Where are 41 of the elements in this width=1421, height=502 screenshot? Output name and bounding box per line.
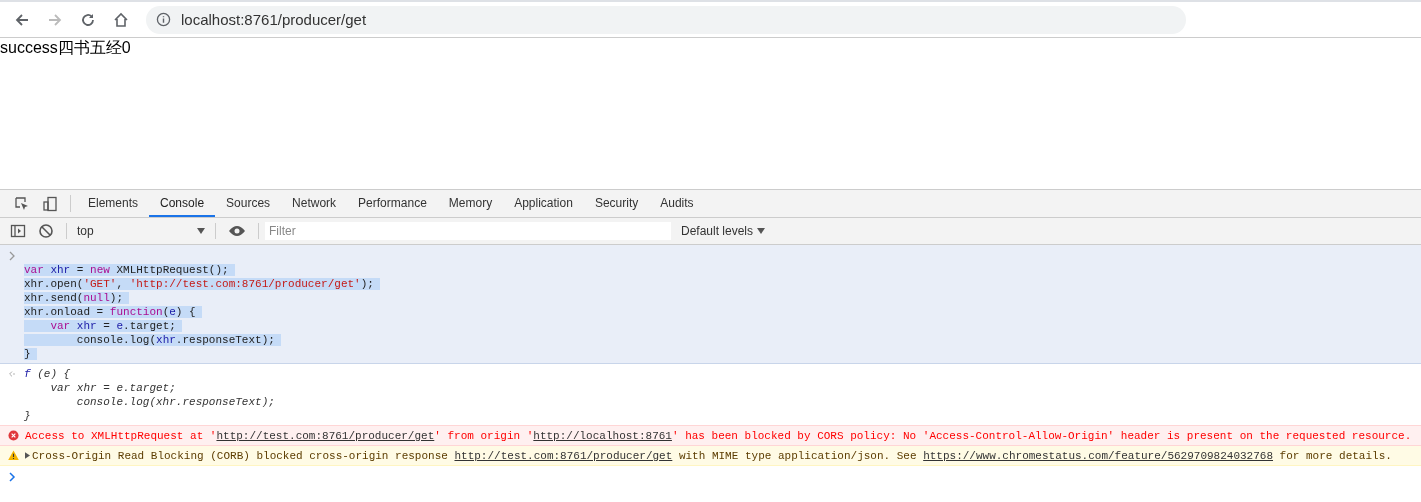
expand-triangle-icon[interactable] [25,452,30,459]
eye-icon[interactable] [228,223,246,239]
result-line: var xhr = e.target; [49,382,176,394]
devtools-tab[interactable]: Network [281,190,348,217]
url-text: localhost:8761/producer/get [181,11,367,28]
devtools-tab[interactable]: Application [503,190,584,217]
devtools-tab[interactable]: Performance [347,190,438,217]
result-line: console.log(xhr.responseText); [75,396,275,408]
devtools-tab[interactable]: Audits [649,190,705,217]
result-line: f (e) { [24,368,71,380]
home-icon[interactable] [113,11,129,28]
levels-dropdown[interactable]: Default levels [677,218,770,244]
result-arrow-icon [8,369,16,379]
prompt-chevron-icon[interactable] [8,472,16,482]
message-text: Cross-Origin Read Blocking (CORB) blocked cross-origin response http://test.com:8761/producer/get with MIME type application/json. See https://www.chromestatus.com/feature/5629709824032768 for more details. [32,449,1392,462]
devtools-tab[interactable]: Elements [77,190,150,217]
message-link[interactable]: http://test.com:8761/producer/get [454,449,673,462]
message-link[interactable]: https://www.chromestatus.com/feature/5629709824032768 [923,449,1273,462]
devtools-tab[interactable]: Memory [437,190,504,217]
message-link[interactable]: http://test.com:8761/producer/get [216,429,435,442]
message-link[interactable]: http://localhost:8761 [533,429,672,442]
inspect-icon[interactable] [14,195,30,212]
info-icon[interactable] [156,12,171,27]
sidebar-toggle-icon[interactable] [10,223,26,239]
address-bar[interactable]: localhost:8761/producer/get [146,5,1186,34]
dropdown-arrow-icon [197,228,205,234]
devtools-tab[interactable]: Security [583,190,650,217]
filter-field[interactable]: Filter [265,222,671,240]
device-icon[interactable] [42,195,58,212]
warning-icon [8,450,19,461]
reload-icon[interactable] [80,11,96,28]
back-icon[interactable] [14,11,30,28]
message-text: Access to XMLHttpRequest at 'http://test.com:8761/producer/get' from origin 'http://localhost:8761' has been blocked by CORS policy: No 'Access-Control-Allow-Origin' header is present on the requested resource. [25,429,1412,442]
prompt-chevron-icon [8,251,16,261]
page-text: success四书五经0 [0,39,131,56]
context-select[interactable]: top [73,218,209,244]
dropdown-arrow-icon [757,228,766,234]
clear-icon[interactable] [38,223,54,239]
result-line: } [24,410,31,422]
devtools-tab[interactable]: Sources [215,190,282,217]
error-icon [8,430,19,441]
